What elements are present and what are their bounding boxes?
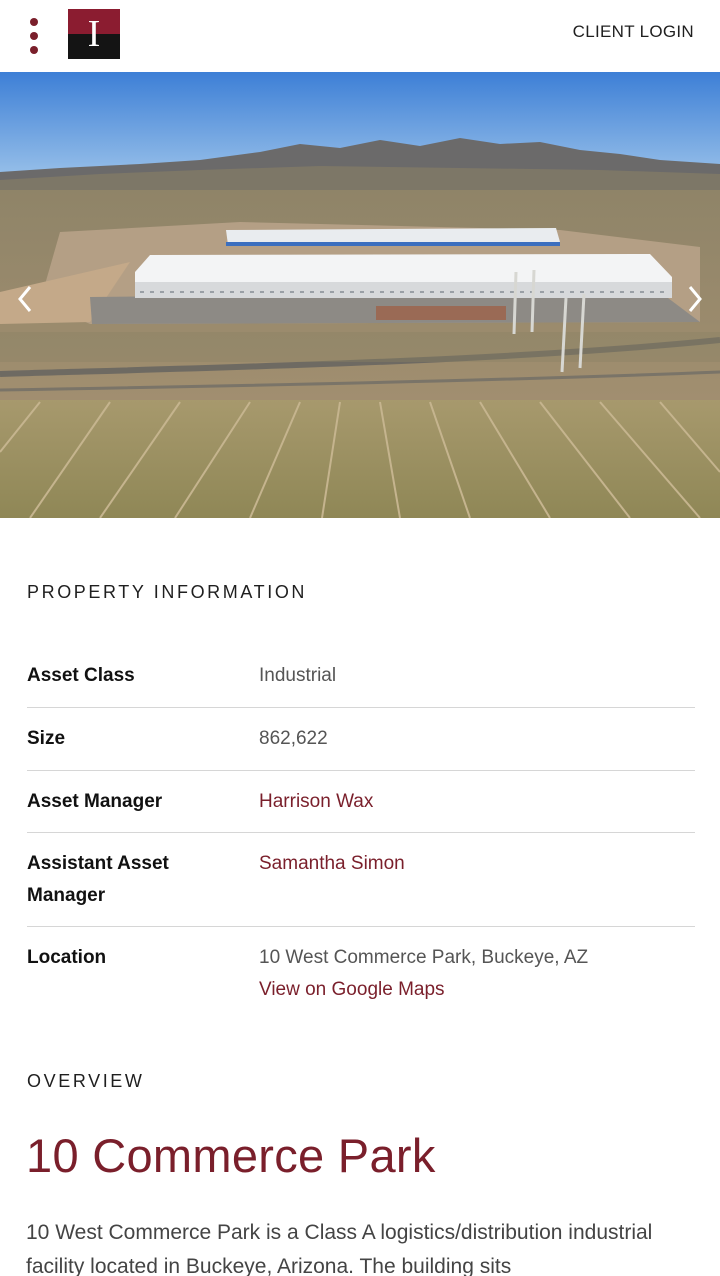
info-row-size: Size 862,622 (27, 708, 695, 771)
google-maps-link[interactable]: View on Google Maps (259, 974, 588, 1006)
info-label: Assistant Asset Manager (27, 853, 169, 906)
info-label: Asset Class (27, 665, 135, 686)
asset-manager-link[interactable]: Harrison Wax (259, 786, 373, 818)
info-label: Size (27, 728, 66, 749)
logo-letter: I (87, 13, 101, 55)
info-value: 862,622 (259, 728, 328, 749)
chevron-right-icon[interactable] (680, 279, 710, 319)
property-info-table: Asset Class Industrial Size 862,622 Asse… (27, 646, 695, 1017)
property-photo (0, 72, 720, 518)
menu-icon[interactable] (24, 16, 44, 56)
chevron-left-icon[interactable] (10, 279, 40, 319)
location-value: 10 West Commerce Park, Buckeye, AZ View … (259, 942, 588, 1006)
property-info-title: PROPERTY INFORMATION (27, 582, 308, 602)
hero-carousel (0, 72, 720, 518)
property-name-heading: 10 Commerce Park (26, 1129, 436, 1182)
location-address: 10 West Commerce Park, Buckeye, AZ (259, 947, 589, 968)
info-row-asset-manager: Asset Manager Harrison Wax (27, 771, 695, 833)
info-row-asset-class: Asset Class Industrial (27, 646, 695, 708)
site-logo[interactable]: I (68, 9, 120, 59)
assistant-asset-manager-link[interactable]: Samantha Simon (259, 848, 405, 880)
info-label: Asset Manager (27, 791, 163, 812)
info-row-location: Location 10 West Commerce Park, Buckeye,… (27, 927, 695, 1017)
site-header: I CLIENT LOGIN (0, 0, 720, 72)
info-row-assistant-asset-manager: Assistant Asset Manager Samantha Simon (27, 833, 695, 927)
info-value: Industrial (259, 665, 337, 686)
client-login-link[interactable]: CLIENT LOGIN (573, 22, 694, 42)
overview-description: 10 West Commerce Park is a Class A logis… (26, 1221, 653, 1276)
overview-title: OVERVIEW (27, 1071, 145, 1091)
info-label: Location (27, 947, 107, 968)
